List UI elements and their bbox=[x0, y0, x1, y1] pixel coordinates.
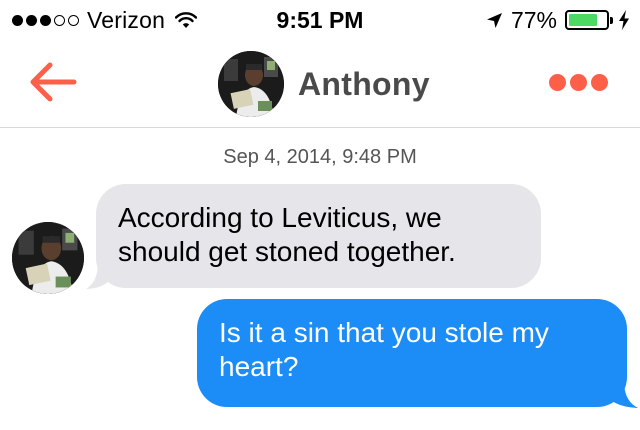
message-text: Is it a sin that you stole my heart? bbox=[219, 317, 549, 382]
profile-photo bbox=[218, 51, 284, 117]
conversation-header: Anthony bbox=[0, 40, 640, 128]
avatar[interactable] bbox=[218, 51, 284, 117]
arrow-left-icon bbox=[30, 62, 77, 102]
ellipsis-icon bbox=[570, 74, 587, 91]
status-right: 77% bbox=[486, 6, 630, 33]
outgoing-message-bubble[interactable]: Is it a sin that you stole my heart? bbox=[197, 299, 627, 407]
battery-icon bbox=[565, 10, 613, 30]
incoming-message-bubble[interactable]: According to Leviticus, we should get st… bbox=[96, 184, 541, 288]
contact-header[interactable]: Anthony bbox=[218, 51, 430, 117]
back-button[interactable] bbox=[28, 60, 78, 104]
location-arrow-icon bbox=[486, 12, 502, 28]
sender-avatar[interactable] bbox=[12, 222, 84, 294]
more-options-button[interactable] bbox=[549, 74, 608, 91]
battery-cap bbox=[610, 17, 613, 24]
battery-level-fill bbox=[569, 14, 597, 26]
status-bar: Verizon 9:51 PM 77% bbox=[0, 0, 640, 40]
ellipsis-icon bbox=[549, 74, 566, 91]
battery-percent: 77% bbox=[510, 6, 557, 33]
message-timestamp: Sep 4, 2014, 9:48 PM bbox=[223, 146, 417, 168]
ellipsis-icon bbox=[591, 74, 608, 91]
message-text: According to Leviticus, we should get st… bbox=[118, 202, 456, 267]
profile-photo bbox=[12, 222, 84, 294]
contact-name: Anthony bbox=[298, 65, 430, 102]
charging-bolt-icon bbox=[619, 10, 629, 30]
